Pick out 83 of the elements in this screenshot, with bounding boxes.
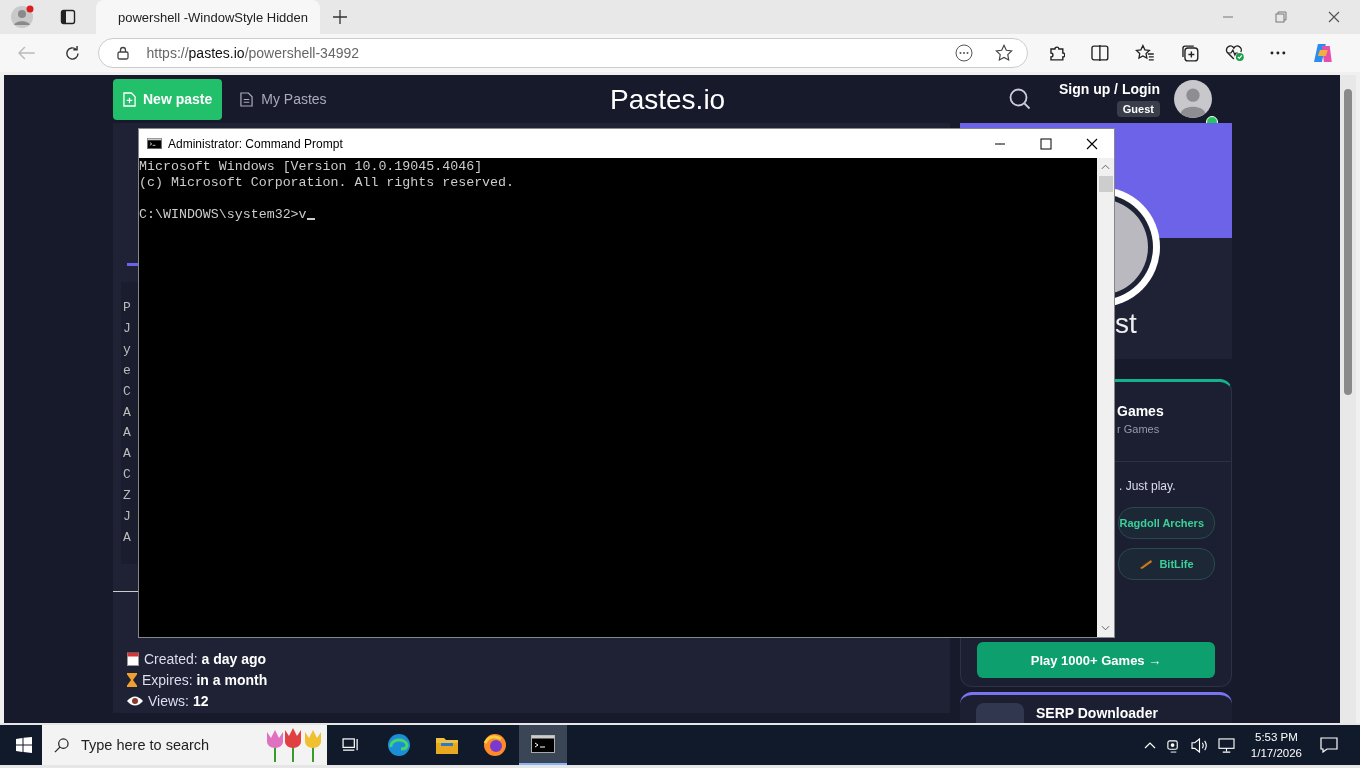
health-icon[interactable] bbox=[1224, 44, 1245, 62]
meet-icon[interactable] bbox=[1165, 737, 1181, 753]
window-title: Administrator: Command Prompt bbox=[168, 136, 343, 151]
console-icon bbox=[531, 735, 555, 753]
games-tagline: . Just play. bbox=[1119, 479, 1177, 493]
avatar-icon[interactable] bbox=[1174, 80, 1212, 118]
calendar-icon bbox=[127, 651, 139, 666]
sign-up-login-link[interactable]: Sign up / Login bbox=[1058, 81, 1160, 97]
notification-icon[interactable] bbox=[1320, 737, 1338, 753]
close-icon[interactable] bbox=[1328, 11, 1340, 23]
code-line: J bbox=[123, 508, 132, 527]
console-scrollbar[interactable] bbox=[1097, 158, 1114, 637]
browser-tab[interactable]: powershell -WindowStyle Hidden bbox=[96, 0, 320, 34]
reload-icon[interactable] bbox=[63, 44, 81, 62]
windows-start-icon[interactable] bbox=[16, 737, 32, 753]
document-icon bbox=[240, 91, 254, 107]
code-line: A bbox=[123, 445, 132, 464]
guest-badge: Guest bbox=[1116, 101, 1160, 117]
code-line: A bbox=[123, 403, 132, 422]
profile-name: st bbox=[1115, 308, 1137, 340]
meta-text: Expires: in a month bbox=[142, 671, 268, 688]
profile-icon[interactable] bbox=[10, 5, 34, 29]
menu-icon[interactable] bbox=[1270, 51, 1287, 55]
code-line: y bbox=[123, 340, 132, 359]
code-line: A bbox=[123, 528, 132, 547]
scroll-up-icon[interactable] bbox=[1101, 164, 1110, 170]
serp-title: SERP Downloader bbox=[1036, 705, 1158, 721]
game-chip[interactable]: Ragdoll Archers bbox=[1118, 507, 1215, 539]
console-prompt: C:\WINDOWS\system32>v bbox=[139, 207, 307, 223]
console-line: (c) Microsoft Corporation. All rights reserved. bbox=[139, 175, 516, 191]
lock-icon bbox=[116, 46, 129, 60]
puzzle-icon[interactable] bbox=[1047, 44, 1066, 62]
maximize-icon[interactable] bbox=[1040, 137, 1052, 150]
taskbar-search-field[interactable]: Type here to search bbox=[42, 725, 327, 765]
my-pastes-link[interactable]: My Pastes bbox=[240, 91, 327, 107]
scroll-thumb[interactable] bbox=[1098, 176, 1113, 192]
copilot-icon[interactable] bbox=[1312, 42, 1334, 64]
page-scrollbar[interactable] bbox=[1340, 75, 1356, 723]
console-line: Microsoft Windows [Version 10.0.19045.4046] bbox=[139, 159, 484, 175]
clock-time: 5:53 PM bbox=[1255, 730, 1298, 745]
meta-text: Created: a day ago bbox=[144, 650, 267, 667]
collections-icon[interactable] bbox=[1181, 44, 1199, 62]
more-icon[interactable] bbox=[954, 44, 973, 62]
tab-actions-icon[interactable] bbox=[60, 9, 76, 25]
tab-title: powershell -WindowStyle Hidden bbox=[118, 9, 309, 25]
star-icon[interactable] bbox=[994, 44, 1013, 62]
console-icon bbox=[147, 138, 162, 149]
code-line: e bbox=[123, 361, 132, 380]
game-icon bbox=[1139, 558, 1154, 570]
firefox-icon bbox=[483, 733, 507, 757]
games-title: Games bbox=[1117, 403, 1165, 419]
site-logo[interactable]: Pastes.io bbox=[610, 84, 726, 116]
text-cursor bbox=[306, 218, 315, 220]
taskbar-clock[interactable]: 5:53 PM 1/17/2026 bbox=[1250, 729, 1302, 761]
search-icon[interactable] bbox=[1008, 88, 1031, 110]
game-chip[interactable]: BitLife bbox=[1118, 548, 1215, 580]
address-bar[interactable]: https://pastes.io/powershell-34992 bbox=[97, 38, 1028, 68]
code-line: C bbox=[123, 382, 132, 401]
code-line: P bbox=[123, 299, 132, 317]
meta-text: Views: 12 bbox=[148, 692, 209, 709]
caret-icon[interactable] bbox=[1143, 741, 1156, 749]
new-tab-icon[interactable] bbox=[333, 10, 347, 24]
taskbar-app[interactable] bbox=[519, 725, 567, 765]
volume-icon[interactable] bbox=[1190, 737, 1208, 753]
code-line: C bbox=[123, 466, 132, 485]
code-line: Z bbox=[123, 487, 132, 506]
clock-date: 1/17/2026 bbox=[1250, 746, 1302, 761]
eye-icon bbox=[127, 695, 143, 706]
document-plus-icon bbox=[123, 91, 136, 107]
search-icon bbox=[54, 737, 69, 753]
favorites-icon[interactable] bbox=[1135, 44, 1155, 62]
code-line: J bbox=[123, 319, 132, 338]
task-view-icon bbox=[341, 737, 361, 753]
url-text: https://pastes.io/powershell-34992 bbox=[146, 45, 360, 61]
code-line: A bbox=[123, 424, 132, 443]
network-icon[interactable] bbox=[1217, 737, 1235, 753]
scroll-down-icon[interactable] bbox=[1101, 625, 1110, 631]
edge-icon bbox=[387, 733, 411, 757]
close-icon[interactable] bbox=[1086, 137, 1098, 150]
games-subtitle: r Games bbox=[1117, 423, 1161, 435]
split-screen-icon[interactable] bbox=[1091, 44, 1110, 62]
hourglass-icon bbox=[127, 672, 137, 687]
folder-icon bbox=[435, 735, 459, 755]
